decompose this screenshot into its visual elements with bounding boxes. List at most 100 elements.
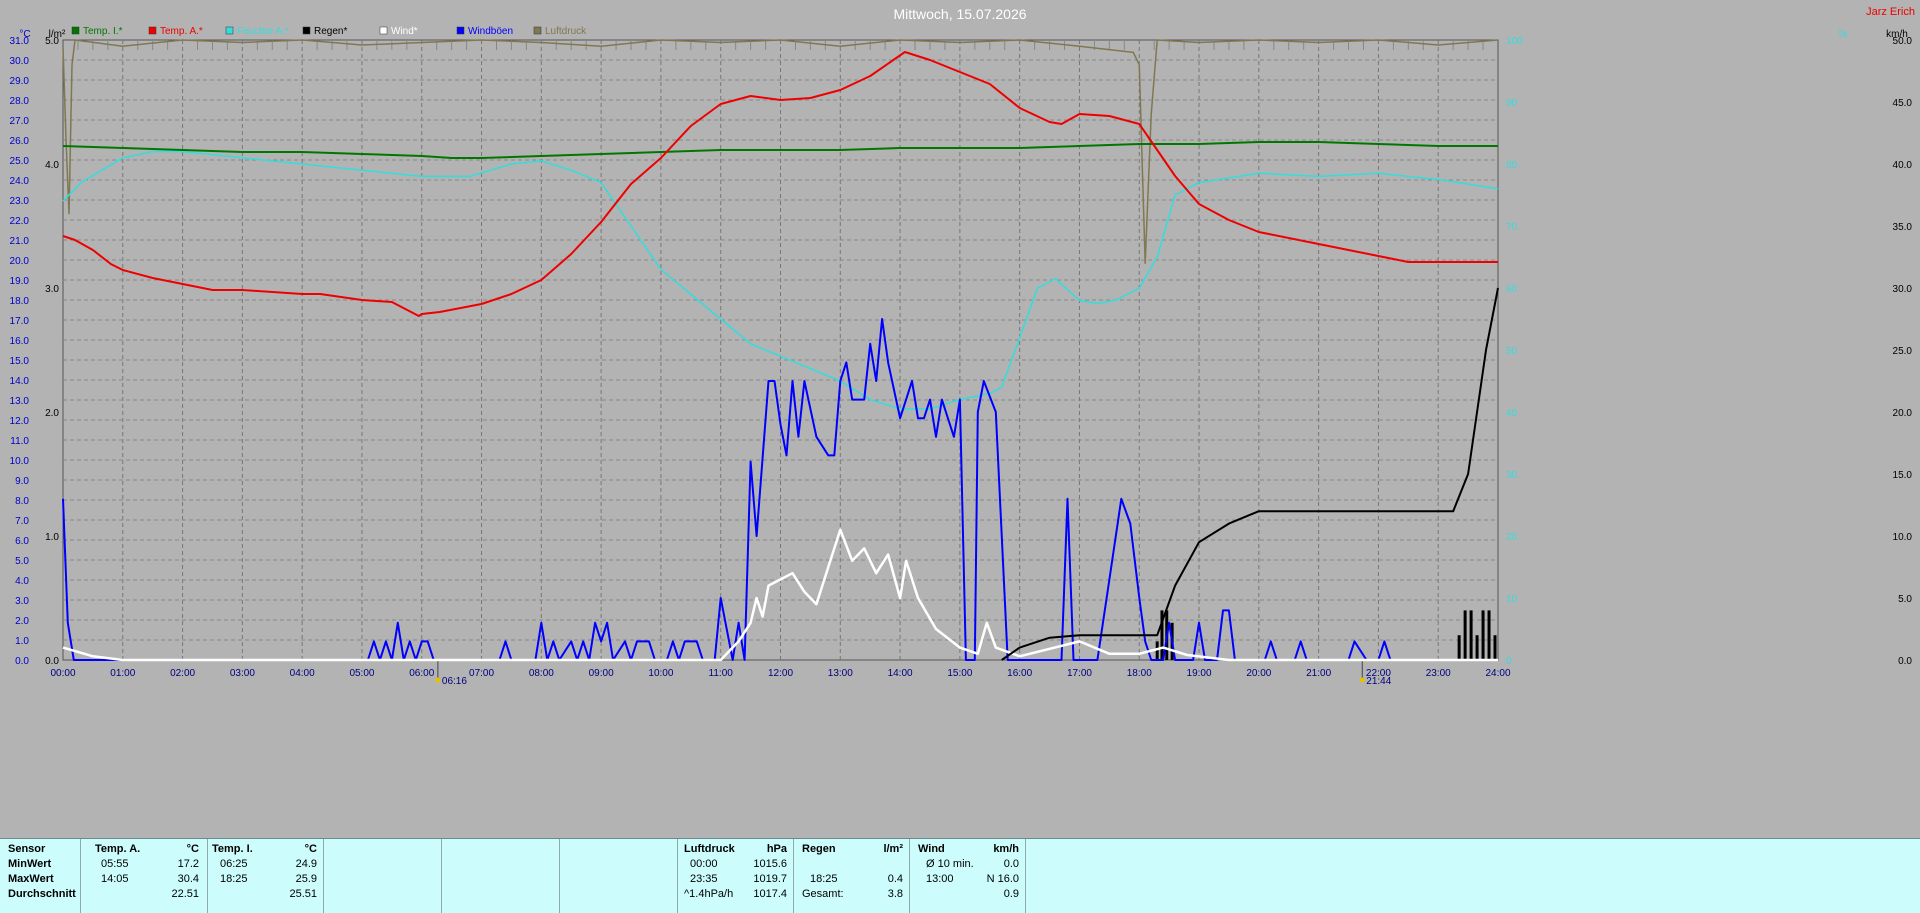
time-tick-label: 07:00 [469,668,494,679]
temp-i-min-value: 24.9 [295,858,317,870]
temp-tick-label: 2.0 [15,616,29,627]
sun-marker-icon [435,677,441,683]
wind-tick-label: 35.0 [1893,222,1913,233]
rain-tick-label: 1.0 [45,532,59,543]
temp-unit-label: °C [19,29,30,40]
temp-tick-label: 10.0 [10,456,30,467]
temp-tick-label: 8.0 [15,496,29,507]
temp-tick-label: 25.0 [10,156,30,167]
wind-avg-value: 0.9 [1003,888,1019,900]
time-tick-label: 02:00 [170,668,195,679]
humidity-tick-label: 70 [1506,222,1518,233]
temp-tick-label: 22.0 [10,216,30,227]
time-tick-label: 23:00 [1426,668,1451,679]
temp-tick-label: 14.0 [10,376,30,387]
temp-a-max-value: 30.4 [177,873,199,885]
time-tick-label: 06:00 [409,668,434,679]
rain-tick-label: 2.0 [45,408,59,419]
legend-label: Wind* [391,26,418,37]
pressure-max-value: 1019.7 [753,873,787,885]
humidity-tick-label: 10 [1506,594,1518,605]
legend-label: Windböen [468,26,513,37]
stats-pressure-block: Luftdruck hPa 00:00 1015.6 23:35 1019.7 ^1.… [678,839,794,913]
stats-empty-block-3 [560,839,678,913]
wind-tick-label: 10.0 [1893,532,1913,543]
temp-tick-label: 16.0 [10,336,30,347]
humidity-tick-label: 40 [1506,408,1518,419]
temp-i-min-time: 06:25 [220,858,248,870]
wind-unit-label: km/h [1886,29,1908,40]
rain-tick-label: 4.0 [45,160,59,171]
temp-tick-label: 19.0 [10,276,30,287]
wind-avg10-value: 0.0 [1003,858,1019,870]
humidity-tick-label: 20 [1506,532,1518,543]
wind-max-time: 13:00 [926,873,954,885]
wind-unit: km/h [993,843,1019,855]
legend-swatch [456,26,465,35]
temp-tick-label: 28.0 [10,96,30,107]
legend-label: Temp. A.* [160,26,203,37]
pressure-min-value: 1015.6 [753,858,787,870]
humidity-tick-label: 90 [1506,98,1518,109]
temp-tick-label: 7.0 [15,516,29,527]
temp-a-unit: °C [186,843,199,855]
humidity-tick-label: 0 [1506,656,1512,667]
temp-tick-label: 6.0 [15,536,29,547]
time-tick-label: 17:00 [1067,668,1092,679]
temp-tick-label: 24.0 [10,176,30,187]
legend-label: Temp. I.* [83,26,123,37]
stats-empty-block-1 [324,839,442,913]
temp-i-unit: °C [304,843,317,855]
time-tick-label: 19:00 [1187,668,1212,679]
time-tick-label: 03:00 [230,668,255,679]
humidity-tick-label: 60 [1506,284,1518,295]
temp-a-avg-value: 22.51 [171,888,199,900]
temp-tick-label: 18.0 [10,296,30,307]
time-tick-label: 11:00 [709,668,734,679]
sun-marker-label: 21:44 [1366,676,1391,687]
stats-sensor-title: Sensor [8,843,46,855]
chart-grid [62,39,1499,661]
temp-i-avg-value: 25.51 [289,888,317,900]
sun-marker-label: 06:16 [442,676,467,687]
time-tick-label: 14:00 [888,668,913,679]
rain-bar [1481,610,1485,660]
time-tick-label: 09:00 [589,668,614,679]
time-tick-label: 20:00 [1246,668,1271,679]
time-tick-label: 16:00 [1007,668,1032,679]
stats-wind-block: Wind km/h Ø 10 min. 0.0 13:00 N 16.0 0.9 [910,839,1026,913]
temp-tick-label: 27.0 [10,116,30,127]
wind-tick-label: 5.0 [1898,594,1912,605]
time-tick-label: 18:00 [1127,668,1152,679]
rain-title: Regen [802,843,836,855]
time-tick-label: 01:00 [110,668,135,679]
temp-tick-label: 0.0 [15,656,29,667]
wind-avg10-label: Ø 10 min. [926,858,974,870]
legend-swatch [533,26,542,35]
temp-tick-label: 11.0 [10,436,29,447]
rain-bar [1493,635,1497,660]
temp-tick-label: 1.0 [15,636,29,647]
temp-tick-label: 20.0 [10,256,30,267]
temp-tick-label: 21.0 [10,236,30,247]
legend-swatch [379,26,388,35]
rain-tick-label: 3.0 [45,284,59,295]
rain-bar [1457,635,1461,660]
rain-bar [1475,635,1479,660]
temp-tick-label: 12.0 [10,416,30,427]
legend-swatch [225,26,234,35]
rain-total-label: Gesamt: [802,888,844,900]
time-tick-label: 13:00 [828,668,853,679]
chart-title: Mittwoch, 15.07.2026 [893,6,1026,22]
weather-chart: 0.0 1.0 2.0 3.0 4.0 5.0 6.0 7.0 8.0 9.0 10.0 11.0 12… [10,6,1915,687]
wind-tick-label: 15.0 [1893,470,1913,481]
time-tick-label: 24:00 [1485,668,1510,679]
wind-tick-label: 40.0 [1893,160,1913,171]
humidity-tick-label: 80 [1506,160,1518,171]
temp-tick-label: 29.0 [10,76,30,87]
rain-bar [1469,610,1473,660]
legend-label: Feuchte A.* [237,26,289,37]
legend-swatch [71,26,80,35]
wind-tick-label: 25.0 [1893,346,1913,357]
time-tick-label: 04:00 [290,668,315,679]
